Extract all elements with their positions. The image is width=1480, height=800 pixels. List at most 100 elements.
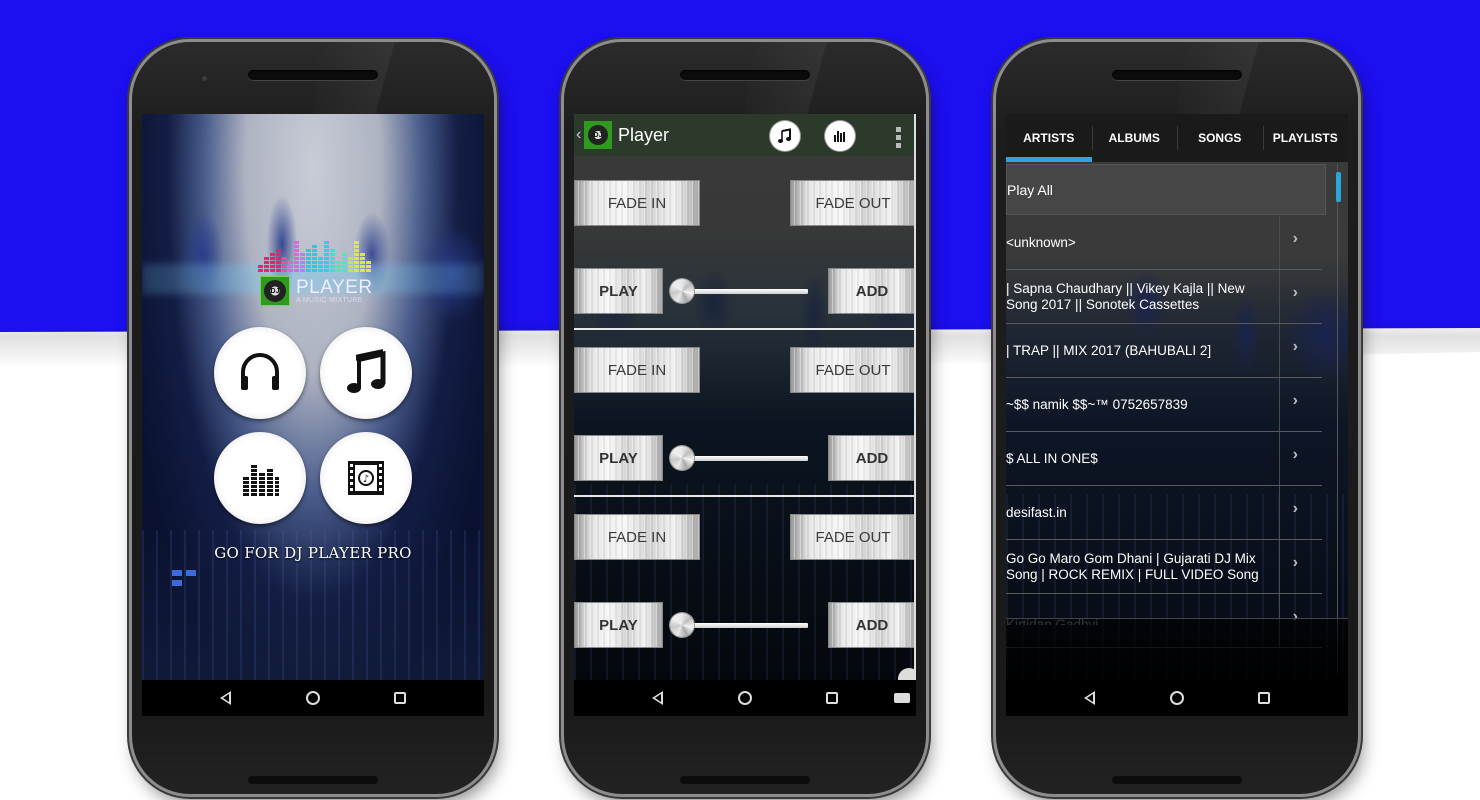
overflow-menu-icon[interactable]: [896, 127, 902, 148]
nav-home-button[interactable]: [734, 687, 756, 709]
artist-name: desifast.in: [1006, 504, 1067, 520]
volume-slider[interactable]: [670, 445, 808, 471]
artist-list-item[interactable]: ~$$ namik $$~™ 0752657839 ›: [1006, 378, 1322, 432]
artist-list-item[interactable]: Go Go Maro Gom Dhani | Gujarati DJ Mix S…: [1006, 540, 1322, 594]
artist-name: <unknown>: [1006, 234, 1076, 250]
fade-out-button[interactable]: FADE OUT: [790, 514, 916, 560]
chevron-right-icon[interactable]: ›: [1293, 338, 1298, 356]
slider-thumb[interactable]: [670, 446, 694, 470]
library-tabs: ARTISTS ALBUMS SONGS PLAYLISTS: [1006, 114, 1348, 162]
earpiece-speaker: [680, 70, 810, 80]
add-button[interactable]: ADD: [828, 602, 916, 648]
equalizer-logo-bar: [312, 245, 317, 272]
floating-button[interactable]: [898, 668, 916, 680]
play-button[interactable]: PLAY: [574, 602, 663, 648]
home-icon: [1169, 691, 1184, 705]
video-button[interactable]: ♪: [320, 432, 412, 524]
logo-title: PLAYER: [296, 276, 373, 298]
tab-artists[interactable]: ARTISTS: [1006, 114, 1092, 162]
chevron-right-icon[interactable]: ›: [1293, 554, 1298, 572]
play-button[interactable]: PLAY: [574, 435, 663, 481]
play-all-button[interactable]: Play All: [1006, 164, 1326, 215]
artist-list-item[interactable]: desifast.in ›: [1006, 486, 1322, 540]
fade-out-button[interactable]: FADE OUT: [790, 347, 916, 393]
artist-list-item[interactable]: <unknown> ›: [1006, 216, 1322, 270]
play-button[interactable]: PLAY: [574, 268, 663, 314]
music-library-button[interactable]: [770, 121, 800, 151]
songs-button[interactable]: [320, 327, 412, 419]
headphones-button[interactable]: [214, 327, 306, 419]
film-music-icon: ♪: [348, 461, 384, 495]
slider-track[interactable]: [678, 456, 808, 461]
deck-divider: [574, 495, 916, 497]
fade-in-button[interactable]: FADE IN: [574, 347, 700, 393]
headphones-icon: [241, 353, 279, 390]
artist-list-item[interactable]: | TRAP || MIX 2017 (BAHUBALI 2] ›: [1006, 324, 1322, 378]
artist-list-item[interactable]: $ ALL IN ONE$ ›: [1006, 432, 1322, 486]
slider-track[interactable]: [678, 623, 808, 628]
dj-badge-icon: DJ: [260, 276, 290, 306]
equalizer-logo-bar: [354, 241, 359, 272]
slider-track[interactable]: [678, 289, 808, 294]
equalizer-logo-bar: [342, 253, 347, 272]
add-button[interactable]: ADD: [828, 435, 916, 481]
fade-in-button[interactable]: FADE IN: [574, 180, 700, 226]
chevron-right-icon[interactable]: ›: [1293, 392, 1298, 410]
equalizer-logo-bar: [306, 249, 311, 272]
earpiece-speaker: [1112, 70, 1242, 80]
equalizer-logo-bar: [294, 241, 299, 272]
home-icon: [305, 691, 320, 705]
tab-playlists[interactable]: PLAYLISTS: [1262, 114, 1349, 162]
nav-recents-button[interactable]: [821, 687, 843, 709]
artist-list: <unknown> › | Sapna Chaudhary || Vikey Kaj…: [1006, 216, 1322, 648]
chevron-right-icon[interactable]: ›: [1293, 230, 1298, 248]
nav-recents-button[interactable]: [389, 687, 411, 709]
recents-icon: [1258, 692, 1271, 704]
equalizer-logo-bar: [300, 253, 305, 272]
nav-home-button[interactable]: [302, 687, 324, 709]
volume-slider[interactable]: [670, 278, 808, 304]
fade-out-button[interactable]: FADE OUT: [790, 180, 916, 226]
slider-thumb[interactable]: [670, 279, 694, 303]
back-icon: [1084, 691, 1096, 705]
chevron-right-icon[interactable]: ›: [1293, 284, 1298, 302]
tab-songs[interactable]: SONGS: [1177, 114, 1263, 162]
player-app-bar: ‹ DJ Player: [574, 114, 916, 156]
nav-recents-button[interactable]: [1253, 687, 1275, 709]
equalizer-logo-bar: [324, 241, 329, 272]
nav-back-button[interactable]: [647, 687, 669, 709]
volume-slider[interactable]: [670, 612, 808, 638]
tab-albums[interactable]: ALBUMS: [1091, 114, 1178, 162]
artist-name: Go Go Maro Gom Dhani | Gujarati DJ Mix S…: [1006, 550, 1259, 582]
back-chevron-icon[interactable]: ‹: [576, 126, 584, 144]
equalizer-logo-bar: [318, 257, 323, 272]
equalizer-logo-bar: [366, 261, 371, 272]
artist-list-item[interactable]: | Sapna Chaudhary || Vikey Kajla || New …: [1006, 270, 1322, 324]
phone-player: ‹ DJ Player FADE IN FADE OUT PLAY ADD FADE I…: [564, 42, 926, 794]
equalizer-logo-bar: [288, 261, 293, 272]
chevron-right-icon[interactable]: ›: [1293, 446, 1298, 464]
nav-home-button[interactable]: [1166, 687, 1188, 709]
slider-thumb[interactable]: [670, 613, 694, 637]
fade-in-button[interactable]: FADE IN: [574, 514, 700, 560]
recents-icon: [394, 692, 407, 704]
scrollbar-track[interactable]: [1337, 164, 1338, 674]
equalizer-button[interactable]: [214, 432, 306, 524]
nav-back-button[interactable]: [1079, 687, 1101, 709]
artist-name: | TRAP || MIX 2017 (BAHUBALI 2]: [1006, 342, 1212, 358]
home-screen: DJ PLAYER A MUSIC MIXTURE ♪ GO FOR DJ PL…: [142, 114, 484, 680]
go-pro-link[interactable]: GO FOR DJ PLAYER PRO: [142, 544, 484, 562]
equalizer-logo-bar: [282, 257, 287, 272]
app-icon: DJ: [584, 121, 612, 149]
phone-home: DJ PLAYER A MUSIC MIXTURE ♪ GO FOR DJ PL…: [132, 42, 494, 794]
recents-icon: [826, 692, 839, 704]
app-logo: DJ PLAYER A MUSIC MIXTURE: [260, 276, 373, 306]
equalizer-button[interactable]: [825, 121, 855, 151]
scrollbar-thumb[interactable]: [1336, 172, 1341, 202]
equalizer-logo: [258, 241, 371, 272]
chevron-right-icon[interactable]: ›: [1293, 500, 1298, 518]
nav-back-button[interactable]: [215, 687, 237, 709]
equalizer-logo-bar: [270, 253, 275, 272]
add-button[interactable]: ADD: [828, 268, 916, 314]
keyboard-icon[interactable]: [894, 693, 910, 703]
